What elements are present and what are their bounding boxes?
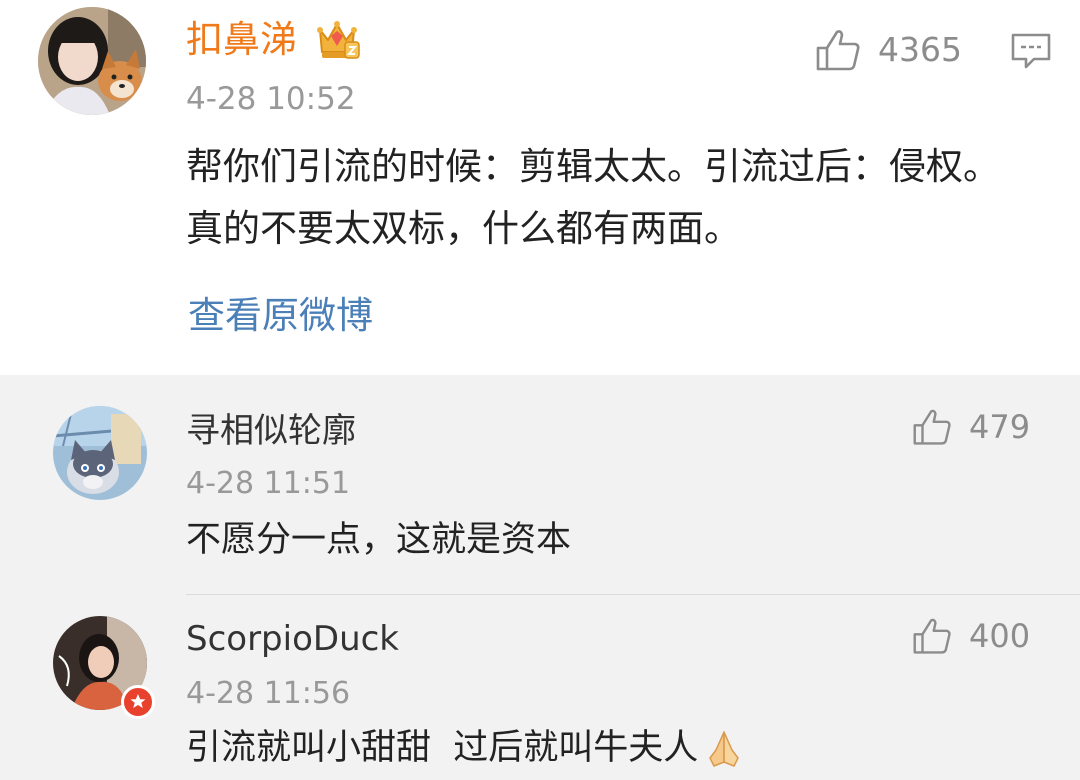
username[interactable]: 寻相似轮廓 xyxy=(186,409,356,453)
pray-hands-emoji xyxy=(709,731,740,767)
comment-text: 帮你们引流的时候：剪辑太太。引流过后：侵权。真的不要太双标，什么都有两面。 xyxy=(186,145,1000,250)
main-comment: 扣鼻涕 4-28 10:52 4365 帮你们引流的时候：剪辑太太。引流过后：侵… xyxy=(0,0,1080,375)
like-count: 4365 xyxy=(878,30,962,69)
thumbs-up-icon xyxy=(913,618,951,654)
weibo-comment-page: 扣鼻涕 4-28 10:52 4365 帮你们引流的时候：剪辑太太。引流过后：侵… xyxy=(0,0,1080,780)
verified-badge-icon xyxy=(121,685,155,719)
crown-icon xyxy=(317,21,360,59)
timestamp: 4-28 11:51 xyxy=(186,466,351,501)
reply-list: 寻相似轮廓 479 4-28 11:51 不愿分一点，这就是资本 Scorpio… xyxy=(0,375,1080,780)
like-count: 479 xyxy=(969,408,1031,446)
comment-icon[interactable] xyxy=(1010,32,1052,70)
thumbs-up-icon xyxy=(816,30,860,71)
avatar-image xyxy=(38,7,146,115)
view-original-link[interactable]: 查看原微博 xyxy=(188,290,373,342)
like-count: 400 xyxy=(969,617,1031,655)
reply-item: ScorpioDuck 400 4-28 11:56 引流就叫小甜甜 过后就叫牛… xyxy=(0,595,1080,780)
reply-text: 不愿分一点，这就是资本 xyxy=(186,520,572,560)
reply-item: 寻相似轮廓 479 4-28 11:51 不愿分一点，这就是资本 xyxy=(0,375,1080,585)
avatar[interactable] xyxy=(38,7,146,115)
reply-text-line: 引流就叫小甜甜 过后就叫牛夫人 xyxy=(186,725,744,771)
reply-text: 引流就叫小甜甜 过后就叫牛夫人 xyxy=(186,728,699,768)
like-button[interactable]: 4365 xyxy=(815,28,962,72)
thumbs-up-icon xyxy=(913,409,951,445)
username[interactable]: 扣鼻涕 xyxy=(186,14,297,66)
avatar-image xyxy=(53,406,147,500)
avatar[interactable] xyxy=(53,406,147,500)
timestamp: 4-28 10:52 xyxy=(186,81,356,117)
timestamp: 4-28 11:56 xyxy=(186,676,351,711)
like-button[interactable]: 400 xyxy=(912,616,1030,656)
username[interactable]: ScorpioDuck xyxy=(186,617,399,661)
like-button[interactable]: 479 xyxy=(912,407,1030,447)
